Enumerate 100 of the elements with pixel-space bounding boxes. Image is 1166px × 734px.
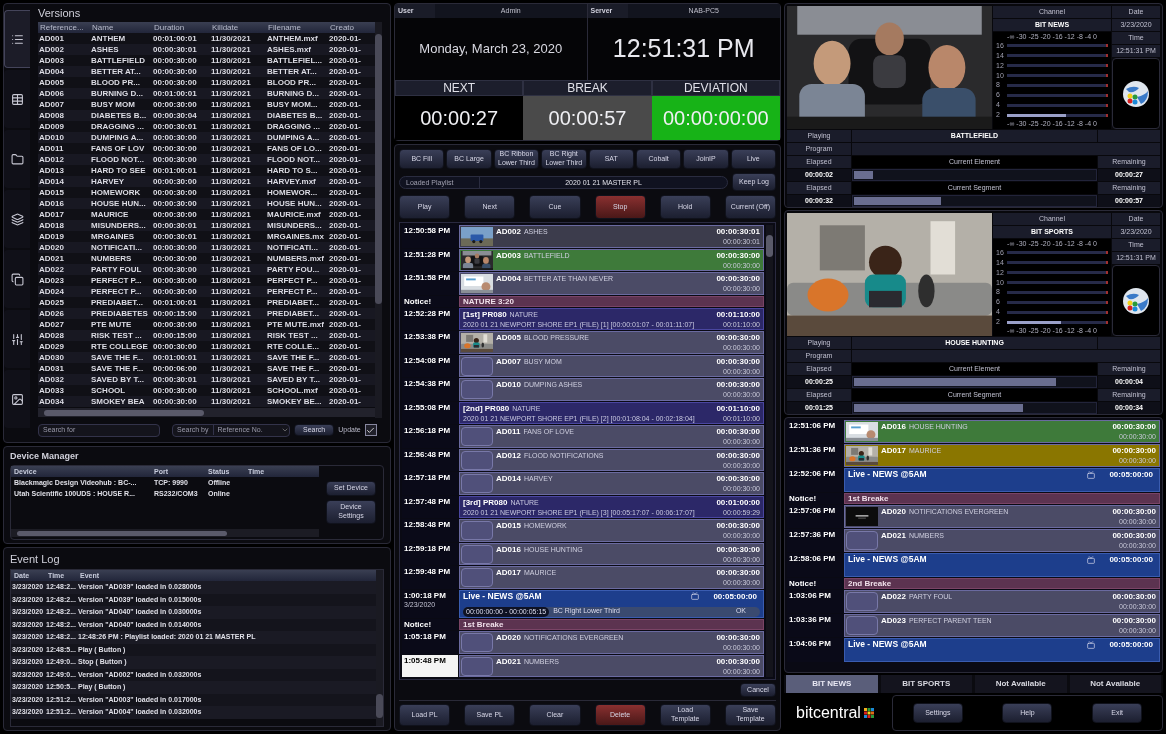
column-header[interactable]: Duration <box>152 22 210 33</box>
side-tab[interactable] <box>4 70 30 128</box>
screen-icon <box>1087 555 1096 564</box>
live-item[interactable]: Live - NEWS @5AM 00:05:00:00 <box>844 468 1160 492</box>
start-time: 12:52:06 PM <box>789 468 837 479</box>
column-header[interactable]: Name <box>90 22 152 33</box>
check-icon <box>366 425 376 435</box>
scrollbar[interactable] <box>375 22 382 418</box>
start-time: 12:56:48 PM <box>404 448 452 460</box>
break-header: 1st Breake <box>459 619 764 630</box>
start-time: 12:59:18 PM <box>404 542 452 554</box>
live-item[interactable]: Live - NEWS @5AM 00:05:00:00 <box>844 638 1160 662</box>
item-code: AD017 <box>496 567 521 578</box>
table-cell-text: DRAGGING ... <box>90 121 145 132</box>
table-cell-text: 00:00:30:01 <box>152 44 198 55</box>
layers-icon <box>10 212 24 226</box>
table-cell-text: 11/30/2021 <box>210 374 252 385</box>
table-cell-text: 11/30/2021 <box>210 319 252 330</box>
table-cell-text: 11/30/2021 <box>210 363 252 374</box>
table-cell-text: 00:00:30:00 <box>152 275 198 286</box>
table-cell-text: HARD TO SEE <box>90 165 147 176</box>
duration: 00:00:30:00 <box>716 355 760 367</box>
table-cell-text: AD014 <box>38 176 65 187</box>
start-time: 1:03:06 PM <box>789 590 832 601</box>
column-header[interactable]: Creato <box>328 22 375 33</box>
start-time: 12:51:28 PM <box>404 248 452 260</box>
channel-tab[interactable]: BIT NEWS <box>786 675 878 693</box>
scrollbar[interactable] <box>376 570 383 726</box>
table-cell-text: 11/30/2021 <box>210 308 252 319</box>
item-code: AD015 <box>496 520 521 531</box>
duration: 00:00:30:00 <box>716 379 760 390</box>
copy-icon <box>10 272 24 286</box>
panel-title: Event Log <box>10 552 61 567</box>
table-cell-text: RISK TEST ... <box>90 330 143 341</box>
item-code: AD020 <box>496 632 521 643</box>
table-cell-text: 2020-01- <box>328 297 363 308</box>
side-tab[interactable] <box>4 250 30 308</box>
grid-icon <box>863 708 874 718</box>
table-cell-text: HOUSE HUN... <box>90 198 147 209</box>
item-code: AD021 <box>881 530 906 541</box>
start-time: 12:53:38 PM <box>404 331 452 342</box>
scrollbar[interactable] <box>766 225 773 677</box>
table-cell-text: SAVE THE F... <box>90 352 145 363</box>
channel-tab[interactable]: Not Available <box>1069 675 1161 693</box>
table-cell-text: 11/30/2021 <box>210 110 252 121</box>
checkbox[interactable] <box>364 424 377 436</box>
list-icon <box>11 32 24 46</box>
channel-tab[interactable]: Not Available <box>975 675 1067 693</box>
table-cell-text: 2020-01- <box>328 121 363 132</box>
screen-icon <box>691 592 700 600</box>
table-cell-text: SAVE THE F... <box>266 363 321 374</box>
table-cell-text: 11/30/2021 <box>210 264 252 275</box>
table-cell-text: NUMBERS.mxf <box>266 253 325 264</box>
table-cell-text: PREDIABET... <box>266 297 320 308</box>
table-cell-text: NUMBERS <box>90 253 133 264</box>
table-cell-text: 00:00:15:00 <box>152 330 198 341</box>
channel-tab[interactable]: BIT SPORTS <box>880 675 972 693</box>
table-cell-text: 2020-01- <box>328 352 363 363</box>
table-cell-text: ASHES.mxf <box>266 44 312 55</box>
table-cell-text: 11/30/2021 <box>210 66 252 77</box>
start-time: 12:51:06 PM <box>789 420 837 431</box>
panel-title: Versions <box>38 6 82 21</box>
table-cell-text: BLOOD PR... <box>266 77 317 88</box>
duration: 00:05:00:00 <box>1109 639 1154 650</box>
live-item[interactable]: Live - NEWS @5AM 00:05:00:00 <box>844 553 1160 577</box>
column-header[interactable]: Killdate <box>210 22 266 33</box>
counter-label: DEVIATION <box>651 80 780 96</box>
duration: 00:01:00:00 <box>716 496 760 508</box>
table-cell-text: 11/30/2021 <box>210 330 252 341</box>
table-cell-text: AD003 <box>38 55 65 66</box>
table-cell-text: 2020-01- <box>328 198 363 209</box>
duration: 00:00:30:00 <box>716 655 760 667</box>
table-cell-text: 11/30/2021 <box>210 187 252 198</box>
start-time: 12:56:18 PM <box>404 425 452 436</box>
table-cell-text: 2020-01- <box>328 55 363 66</box>
table-cell-text: AD005 <box>38 77 65 88</box>
scrollbar[interactable] <box>38 408 375 417</box>
table-cell-text: BUSY MOM <box>90 99 136 110</box>
start-time: 12:50:58 PM <box>404 225 452 236</box>
side-tab[interactable] <box>4 370 30 428</box>
table-cell-text: 2020-01- <box>328 330 363 341</box>
table-cell-text: BURNING D... <box>90 88 144 99</box>
column-header[interactable]: Filename <box>266 22 328 33</box>
side-tab[interactable] <box>4 190 30 248</box>
side-tab[interactable] <box>4 130 30 188</box>
table-cell-text: 2020-01- <box>328 176 363 187</box>
start-time: 12:57:06 PM <box>789 505 837 516</box>
table-cell-text: AD023 <box>38 275 65 286</box>
table-cell-text: SAVE THE F... <box>90 363 145 374</box>
table-cell-text: AD022 <box>38 264 65 275</box>
table-cell-text: PREDIABET... <box>90 297 144 308</box>
table-cell-text: AD030 <box>38 352 65 363</box>
column-header[interactable]: Reference... <box>38 22 90 33</box>
table-cell-text: PERFECT P... <box>266 286 319 297</box>
start-time: 12:58:06 PM <box>789 553 837 564</box>
side-tab[interactable] <box>4 310 30 368</box>
duration: 00:05:00:00 <box>1109 554 1154 565</box>
table-cell-text: PREDIABET... <box>266 308 320 319</box>
table-cell-text: NOTIFICATI... <box>90 242 143 253</box>
scrollbar[interactable] <box>11 529 319 537</box>
